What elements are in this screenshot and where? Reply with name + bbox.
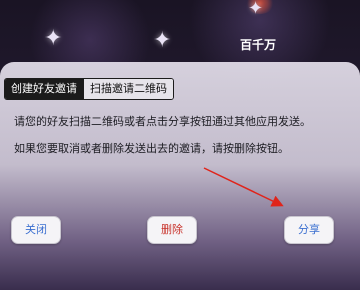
invite-dialog: 创建好友邀请 扫描邀请二维码 请您的好友扫描二维码或者点击分享按钮通过其他应用发… bbox=[0, 62, 360, 290]
sparkle-icon: ✦ bbox=[248, 0, 264, 19]
share-button[interactable]: 分享 bbox=[284, 216, 334, 244]
sparkle-icon: ✦ bbox=[44, 26, 63, 51]
sparkle-icon: ✦ bbox=[153, 28, 172, 53]
background-label: 百千万 bbox=[240, 38, 277, 52]
annotation-arrow bbox=[203, 167, 284, 207]
delete-button[interactable]: 删除 bbox=[147, 216, 197, 244]
close-button[interactable]: 关闭 bbox=[11, 216, 61, 244]
